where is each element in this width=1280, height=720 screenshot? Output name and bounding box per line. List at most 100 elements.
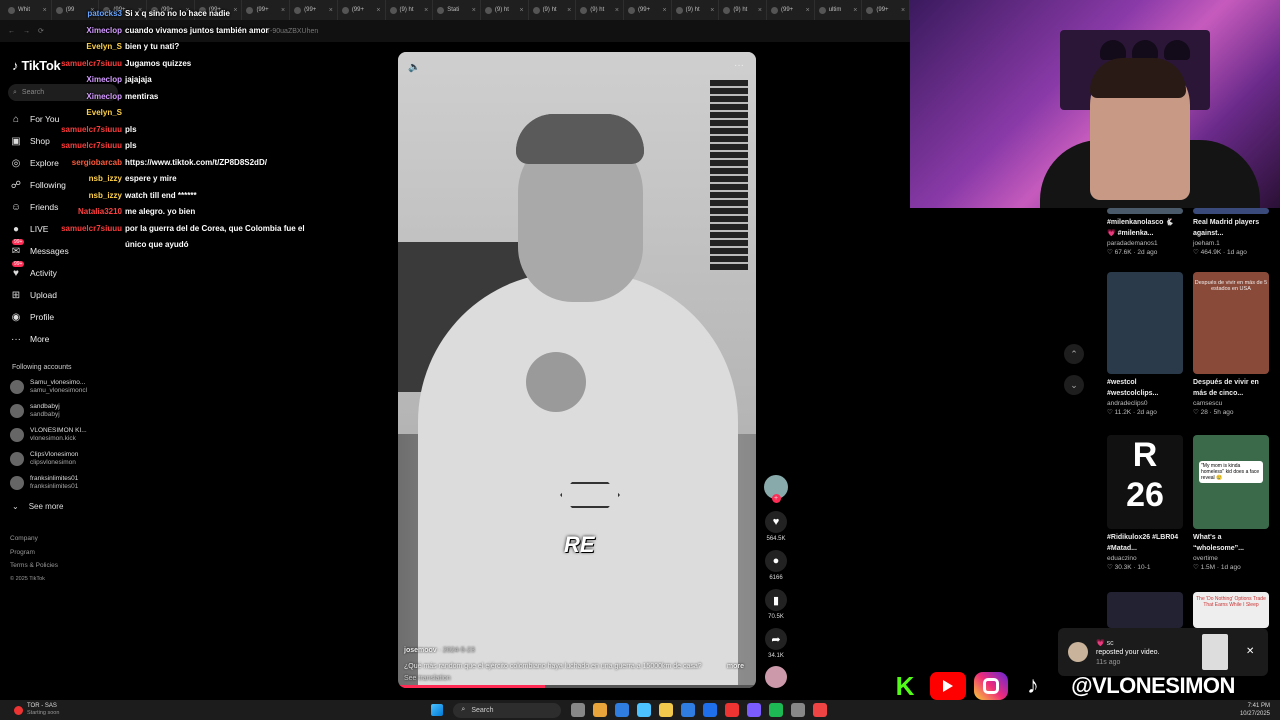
video-author[interactable]: josemoov	[404, 647, 437, 654]
following-account[interactable]: franksinlimites01 franksinlimites01	[10, 475, 78, 491]
chat-text: cuando vivamos juntos también amor	[125, 25, 269, 35]
sidebar-item-profile[interactable]: ◉ Profile	[10, 311, 54, 323]
browser-tab[interactable]: Stati ×	[433, 0, 481, 20]
heart-button[interactable]: ♥ 564.5K	[764, 511, 788, 542]
browser-tab[interactable]: (9) ht ×	[481, 0, 529, 20]
browser-tab[interactable]: (99+ ×	[624, 0, 672, 20]
see-translation-link[interactable]: See translation	[404, 675, 744, 682]
chat-message: sergiobarcab https://www.tiktok.com/t/ZP8…	[0, 158, 267, 167]
taskbar-app-icon[interactable]	[747, 703, 762, 717]
taskbar-app-icon[interactable]	[813, 703, 828, 717]
footer-link[interactable]: Program	[10, 549, 35, 556]
video-card[interactable]: R 26 #Ridikulox26 #LBR04 #Matad... eduaczin…	[1107, 435, 1183, 571]
video-player[interactable]: RE 🔈 ··· josemoov · 2024-5-23 ¿Qué más r…	[398, 52, 756, 688]
browser-tab[interactable]: (9) ht ×	[719, 0, 767, 20]
taskbar-app-icon[interactable]	[615, 703, 630, 717]
close-tab-icon[interactable]: ×	[901, 7, 905, 14]
taskbar-app-icon[interactable]	[725, 703, 740, 717]
video-card[interactable]: #westcol #westcolclips... andradeclips0 ♡ …	[1107, 272, 1183, 416]
browser-tab[interactable]: (99+ ×	[290, 0, 338, 20]
browser-tab[interactable]: (9) ht ×	[529, 0, 577, 20]
close-icon[interactable]: ✕	[1246, 646, 1254, 657]
author-avatar[interactable]: +	[764, 475, 788, 503]
footer-link[interactable]: Terms & Policies	[10, 562, 58, 569]
taskbar-app-icon[interactable]	[681, 703, 696, 717]
repost-notification[interactable]: 💗 sc reposted your video. 11s ago ✕	[1058, 628, 1268, 676]
taskbar-app-icon[interactable]	[791, 703, 806, 717]
comment-button[interactable]: ● 6166	[764, 550, 788, 581]
browser-tab[interactable]: (99+ ×	[338, 0, 386, 20]
close-tab-icon[interactable]: ×	[519, 7, 523, 14]
browser-tab[interactable]: (99+ ×	[862, 0, 911, 20]
video-card[interactable]	[1107, 592, 1183, 628]
system-clock[interactable]: 7:41 PM 10/27/2025	[1240, 702, 1270, 718]
video-card[interactable]: "My mom is kinda homeless" kid does a fa…	[1193, 435, 1269, 571]
chat-username: samuelcr7siuuu	[61, 223, 122, 233]
following-account[interactable]: sandbabyj sandbabyj	[10, 403, 60, 419]
close-tab-icon[interactable]: ×	[567, 7, 571, 14]
sidebar-item-upload[interactable]: ⊞ Upload	[10, 289, 57, 301]
weather-widget[interactable]: TOR - SAS Starting soon	[27, 703, 59, 717]
chat-text: watch till end ******	[125, 190, 197, 200]
close-tab-icon[interactable]: ×	[806, 7, 810, 14]
following-account[interactable]: ClipsVlonesimon clipsvlonesimon	[10, 451, 78, 467]
browser-tab[interactable]: ultim ×	[815, 0, 863, 20]
browser-tab[interactable]: (9) ht ×	[576, 0, 624, 20]
close-tab-icon[interactable]: ×	[329, 7, 333, 14]
video-card[interactable]: #milenkanolasco 🐇 💗 #milenka... paradadem…	[1107, 208, 1183, 256]
footer-link[interactable]: Company	[10, 535, 38, 542]
chat-text: por la guerra del de Corea, que Colombia…	[125, 223, 305, 233]
taskbar-search[interactable]: ⌕ Search	[453, 702, 562, 718]
browser-tab[interactable]: (99+ ×	[242, 0, 291, 20]
following-account[interactable]: Samu_vlonesimo... samu_vlonesimoncl	[10, 379, 87, 395]
browser-tab[interactable]: (9) ht ×	[386, 0, 434, 20]
video-card[interactable]: Real Madrid players against... joeham.1 ♡ …	[1193, 208, 1269, 256]
video-card[interactable]: Después de vivir en más de 5 estados en …	[1193, 272, 1269, 416]
video-card[interactable]: The 'Do Nothing' Options Trade That Earn…	[1193, 592, 1269, 628]
heart-icon: 💗	[1096, 640, 1105, 647]
next-video-button[interactable]: ⌄	[1064, 375, 1084, 395]
following-account[interactable]: VLONESIMON KI... vlonesimon.kick	[10, 427, 87, 443]
bookmark-button[interactable]: ▮ 70.5K	[764, 589, 788, 620]
taskbar-app-icon[interactable]	[769, 703, 784, 717]
close-tab-icon[interactable]: ×	[281, 7, 285, 14]
taskbar-app-icon[interactable]	[703, 703, 718, 717]
previous-video-button[interactable]: ⌃	[1064, 344, 1084, 364]
close-tab-icon[interactable]: ×	[424, 7, 428, 14]
screen: Whit × (99 × (99+ × (99+ × (99+ × (99+ × (99+ × (99+ ×(…	[0, 0, 1280, 720]
close-tab-icon[interactable]: ×	[853, 7, 857, 14]
see-more-button[interactable]: ⌄ See more	[12, 502, 63, 511]
close-tab-icon[interactable]: ×	[233, 7, 237, 14]
taskbar-app-icon[interactable]	[659, 703, 674, 717]
caption-more-button[interactable]: more	[727, 663, 744, 670]
music-disc[interactable]	[764, 666, 788, 691]
weather-icon	[14, 705, 23, 715]
windows-start-icon[interactable]	[431, 704, 444, 716]
close-tab-icon[interactable]: ×	[615, 7, 619, 14]
close-tab-icon[interactable]: ×	[710, 7, 714, 14]
chat-message: samuelcr7siuuu por la guerra del de Corea…	[0, 224, 305, 233]
video-progress-bar[interactable]	[398, 685, 756, 688]
browser-tab[interactable]: (9) ht ×	[672, 0, 720, 20]
close-tab-icon[interactable]: ×	[663, 7, 667, 14]
chat-username: samuelcr7siuuu	[61, 124, 122, 134]
close-tab-icon[interactable]: ×	[472, 7, 476, 14]
video-overlay-text: RE	[564, 532, 595, 557]
share-button[interactable]: ➦ 34.1K	[764, 628, 788, 659]
taskbar-app-icon[interactable]	[637, 703, 652, 717]
taskbar-app-icon[interactable]	[571, 703, 586, 717]
follow-plus-icon[interactable]: +	[771, 494, 781, 503]
url-text[interactable]: ZT-90uaZBXUhen	[262, 28, 318, 35]
close-tab-icon[interactable]: ×	[376, 7, 380, 14]
close-tab-icon[interactable]: ×	[758, 7, 762, 14]
taskbar-app-icon[interactable]	[593, 703, 608, 717]
browser-tab[interactable]: (99+ ×	[767, 0, 815, 20]
more-options-icon[interactable]: ···	[734, 60, 744, 71]
chat-username: Evelyn_S	[86, 42, 122, 51]
chat-username: nsb_izzy	[88, 190, 122, 200]
sidebar-item-more[interactable]: ··· More	[10, 333, 49, 345]
volume-icon[interactable]: 🔈	[408, 62, 420, 73]
sidebar-item-activity[interactable]: 99+ ♥ Activity	[10, 261, 57, 279]
streamer-webcam	[910, 0, 1280, 208]
notification-name: sc	[1106, 640, 1114, 647]
